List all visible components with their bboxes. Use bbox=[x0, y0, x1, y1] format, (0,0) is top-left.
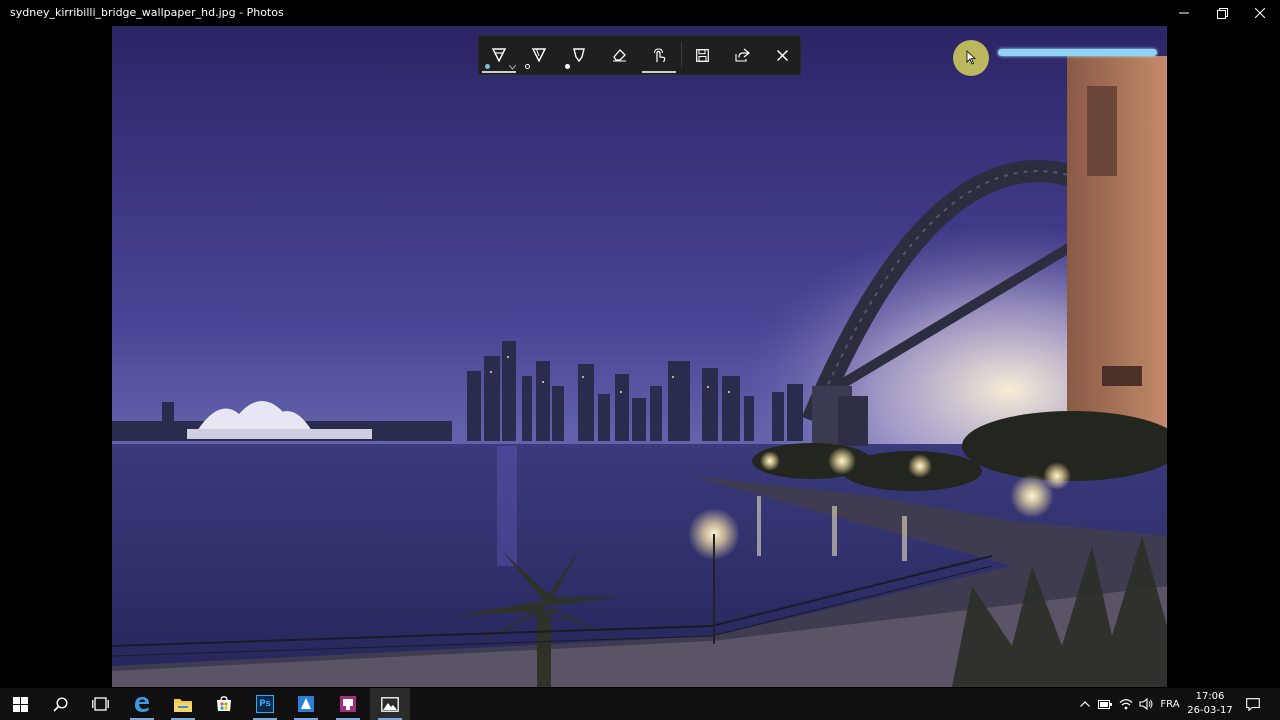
pencil-color bbox=[525, 64, 530, 69]
clock[interactable]: 17:06 26-03-17 bbox=[1186, 690, 1234, 718]
close-icon bbox=[1255, 8, 1265, 18]
ballpoint-pen-color bbox=[485, 64, 490, 69]
store-taskbar-button[interactable] bbox=[204, 688, 244, 720]
ballpoint-pen-icon bbox=[492, 48, 506, 62]
app-icon bbox=[340, 696, 356, 712]
photoshop-label: Ps bbox=[259, 699, 271, 709]
pencil-icon bbox=[532, 48, 546, 62]
clock-date: 26-03-17 bbox=[1187, 705, 1233, 716]
action-center-button[interactable] bbox=[1242, 688, 1264, 720]
edge-icon bbox=[135, 697, 149, 712]
maximize-icon bbox=[1216, 7, 1228, 19]
photoshop-icon: Ps bbox=[256, 695, 274, 713]
notification-icon bbox=[1246, 697, 1260, 711]
search-icon bbox=[52, 696, 68, 712]
edge-taskbar-button[interactable] bbox=[122, 688, 162, 720]
save-ink-button[interactable] bbox=[682, 36, 722, 74]
photo-canvas[interactable] bbox=[112, 26, 1167, 687]
calligraphy-pen-color bbox=[565, 64, 570, 69]
task-view-button[interactable] bbox=[80, 688, 120, 720]
battery-button[interactable] bbox=[1097, 688, 1113, 720]
share-ink-button[interactable] bbox=[722, 36, 762, 74]
start-button[interactable] bbox=[0, 688, 40, 720]
battery-icon bbox=[1098, 699, 1112, 709]
ballpoint-pen-button[interactable] bbox=[479, 36, 519, 74]
minimize-icon bbox=[1179, 12, 1189, 14]
search-button[interactable] bbox=[40, 688, 80, 720]
touch-writing-icon bbox=[653, 47, 665, 62]
file-explorer-taskbar-button[interactable] bbox=[163, 688, 203, 720]
app-purple-taskbar-button[interactable] bbox=[328, 688, 368, 720]
volume-button[interactable] bbox=[1138, 688, 1154, 720]
eraser-icon bbox=[612, 49, 626, 62]
close-window-button[interactable] bbox=[1241, 0, 1279, 26]
wifi-icon bbox=[1119, 699, 1133, 710]
sydney-harbour-photo bbox=[112, 26, 1167, 687]
photos-taskbar-button[interactable] bbox=[370, 688, 410, 720]
calligraphy-pen-icon bbox=[573, 48, 585, 62]
app-icon bbox=[298, 696, 314, 712]
chevron-up-icon bbox=[1080, 701, 1090, 707]
folder-icon bbox=[174, 698, 192, 712]
app-blue-taskbar-button[interactable] bbox=[286, 688, 326, 720]
store-icon bbox=[217, 696, 231, 711]
stroke-size-slider[interactable] bbox=[998, 49, 1157, 56]
show-hidden-icons-button[interactable] bbox=[1077, 688, 1093, 720]
chevron-down-icon bbox=[509, 65, 516, 70]
title-bar: sydney_kirribilli_bridge_wallpaper_hd.jp… bbox=[0, 0, 1280, 26]
photos-icon bbox=[381, 696, 399, 712]
eraser-button[interactable] bbox=[599, 36, 639, 74]
task-view-icon bbox=[91, 697, 109, 711]
ink-toolbar bbox=[478, 35, 801, 75]
save-icon bbox=[695, 48, 709, 62]
touch-writing-button[interactable] bbox=[639, 36, 679, 74]
calligraphy-pen-button[interactable] bbox=[559, 36, 599, 74]
maximize-button[interactable] bbox=[1203, 0, 1241, 26]
minimize-button[interactable] bbox=[1165, 0, 1203, 26]
input-language-button[interactable]: FRA bbox=[1158, 688, 1182, 720]
close-ink-button[interactable] bbox=[762, 36, 802, 74]
taskbar: Ps FRA 17:06 26-03-17 bbox=[0, 688, 1280, 720]
clock-time: 17:06 bbox=[1195, 691, 1225, 702]
pencil-button[interactable] bbox=[519, 36, 559, 74]
photoshop-taskbar-button[interactable]: Ps bbox=[245, 688, 285, 720]
window-title: sydney_kirribilli_bridge_wallpaper_hd.jp… bbox=[10, 6, 284, 19]
close-icon bbox=[776, 49, 788, 61]
input-language: FRA bbox=[1160, 698, 1180, 710]
windows-start-icon bbox=[12, 696, 28, 712]
network-button[interactable] bbox=[1118, 688, 1134, 720]
speaker-icon bbox=[1139, 698, 1153, 710]
share-icon bbox=[734, 48, 750, 62]
mouse-pointer-icon bbox=[966, 50, 976, 65]
